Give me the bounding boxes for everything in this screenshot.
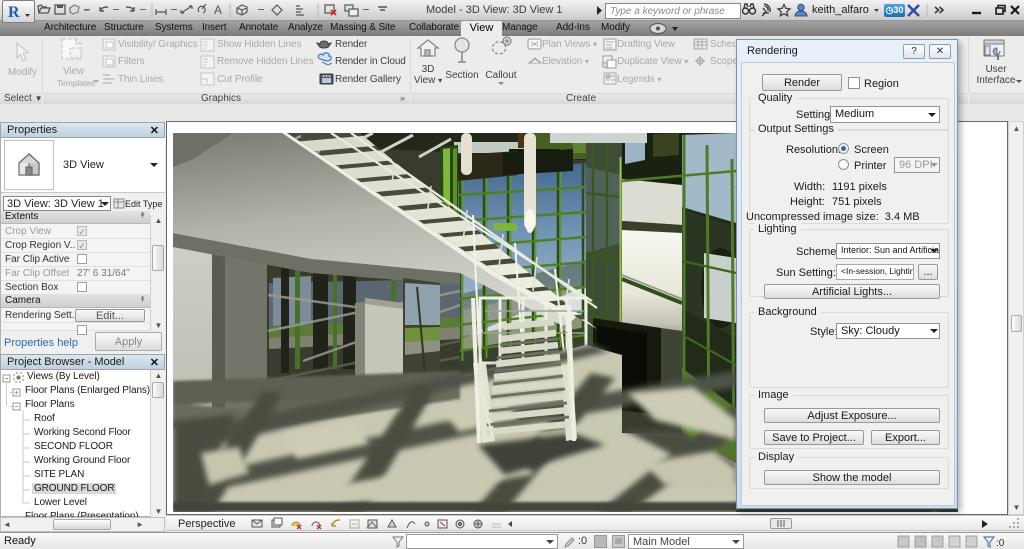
svg-text:R: R xyxy=(8,4,20,21)
svg-text::0: :0 xyxy=(996,538,1005,549)
svg-text:A: A xyxy=(214,3,222,17)
